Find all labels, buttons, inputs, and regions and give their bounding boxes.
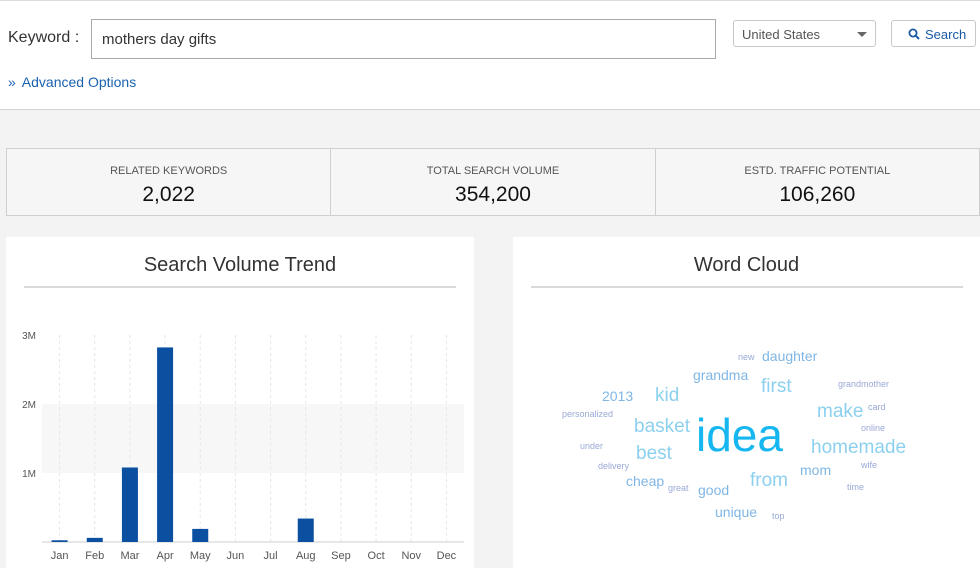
word-cloud: idea daughter new grandma first grandmother 20… (513, 237, 980, 568)
bar-jan[interactable] (51, 540, 68, 542)
x-tick-label: Mar (120, 550, 139, 562)
cloud-word[interactable]: wife (861, 461, 877, 470)
search-button-label: Search (925, 27, 967, 42)
cloud-word[interactable]: cheap (626, 474, 664, 488)
bar-feb[interactable] (86, 537, 103, 542)
x-tick-label: Jun (227, 550, 245, 562)
x-tick-label: May (190, 550, 211, 562)
bar-apr[interactable] (157, 347, 174, 542)
country-selected-value: United States (742, 27, 821, 42)
cloud-word[interactable]: basket (634, 417, 690, 436)
stat-value: 2,022 (142, 183, 195, 206)
bar-may[interactable] (192, 528, 209, 542)
keyword-input[interactable] (91, 19, 716, 59)
stat-traffic-potential: ESTD. TRAFFIC POTENTIAL 106,260 (654, 149, 979, 215)
cloud-word[interactable]: homemade (811, 438, 906, 457)
cloud-word[interactable]: idea (696, 412, 783, 458)
cloud-word[interactable]: 2013 (602, 389, 633, 403)
x-tick-label: Oct (368, 550, 385, 562)
cloud-word[interactable]: grandmother (838, 380, 889, 389)
divider (24, 286, 456, 288)
cloud-word[interactable]: under (580, 442, 603, 451)
grid-band (42, 335, 464, 404)
double-chevron-right-icon: » (8, 74, 16, 90)
x-tick-label: Aug (296, 550, 316, 562)
stat-value: 354,200 (455, 183, 531, 206)
bar-aug[interactable] (297, 518, 314, 542)
cloud-word[interactable]: good (698, 483, 729, 497)
y-tick-label: 3M (22, 331, 36, 342)
bar-mar[interactable] (121, 467, 138, 542)
search-panel: Keyword : United States Search » Advanced… (0, 0, 980, 110)
search-icon (908, 28, 920, 40)
x-tick-label: Feb (85, 550, 104, 562)
y-tick-label: 2M (22, 400, 36, 411)
x-tick-label: Dec (437, 550, 457, 562)
cloud-word[interactable]: delivery (598, 462, 629, 471)
grid-band (42, 404, 464, 473)
cloud-word[interactable]: from (750, 471, 788, 490)
x-tick-label: Jul (264, 550, 278, 562)
cloud-word[interactable]: unique (715, 505, 757, 519)
cloud-word[interactable]: mom (800, 463, 831, 477)
y-tick-label: 1M (22, 469, 36, 480)
x-tick-label: Nov (401, 550, 421, 562)
cloud-word[interactable]: new (738, 353, 755, 362)
advanced-options-link[interactable]: » Advanced Options (8, 74, 136, 90)
word-cloud-card: Word Cloud idea daughter new grandma first gr… (513, 237, 980, 568)
x-tick-label: Apr (157, 550, 174, 562)
chevron-down-icon (857, 32, 867, 37)
country-select[interactable]: United States (733, 20, 876, 47)
stat-related-keywords: RELATED KEYWORDS 2,022 (7, 149, 330, 215)
stat-title: ESTD. TRAFFIC POTENTIAL (744, 165, 891, 177)
search-button[interactable]: Search (891, 20, 976, 47)
cloud-word[interactable]: card (868, 403, 886, 412)
search-volume-chart: 1M 2M 3M Jan Feb Mar Apr May Jun Jul Aug Sep Oct Nov D… (22, 331, 464, 562)
keyword-label: Keyword : (8, 29, 80, 46)
stat-title: TOTAL SEARCH VOLUME (426, 165, 560, 177)
cloud-word[interactable]: make (817, 402, 863, 421)
cloud-word[interactable]: personalized (562, 410, 613, 419)
cloud-word[interactable]: best (636, 444, 672, 463)
x-tick-label: Sep (331, 550, 351, 562)
advanced-options-label: Advanced Options (21, 74, 137, 90)
search-volume-trend-card: Search Volume Trend 1M 2M 3M Jan Feb Mar Apr Ma… (6, 237, 474, 568)
stat-value: 106,260 (779, 183, 856, 206)
cloud-word[interactable]: time (847, 483, 864, 492)
cloud-word[interactable]: first (761, 377, 792, 396)
cloud-word[interactable]: grandma (693, 368, 748, 382)
card-title: Search Volume Trend (143, 254, 337, 276)
grid-band (42, 473, 464, 542)
stat-title: RELATED KEYWORDS (110, 165, 228, 177)
cloud-word[interactable]: great (668, 484, 689, 493)
cloud-word[interactable]: top (772, 512, 785, 521)
stat-total-search-volume: TOTAL SEARCH VOLUME 354,200 (330, 149, 654, 215)
cloud-word[interactable]: daughter (762, 349, 817, 363)
x-tick-label: Jan (51, 550, 69, 562)
cloud-word[interactable]: online (861, 424, 885, 433)
stats-bar: RELATED KEYWORDS 2,022 TOTAL SEARCH VOLU… (6, 148, 980, 216)
cloud-word[interactable]: kid (655, 386, 679, 405)
